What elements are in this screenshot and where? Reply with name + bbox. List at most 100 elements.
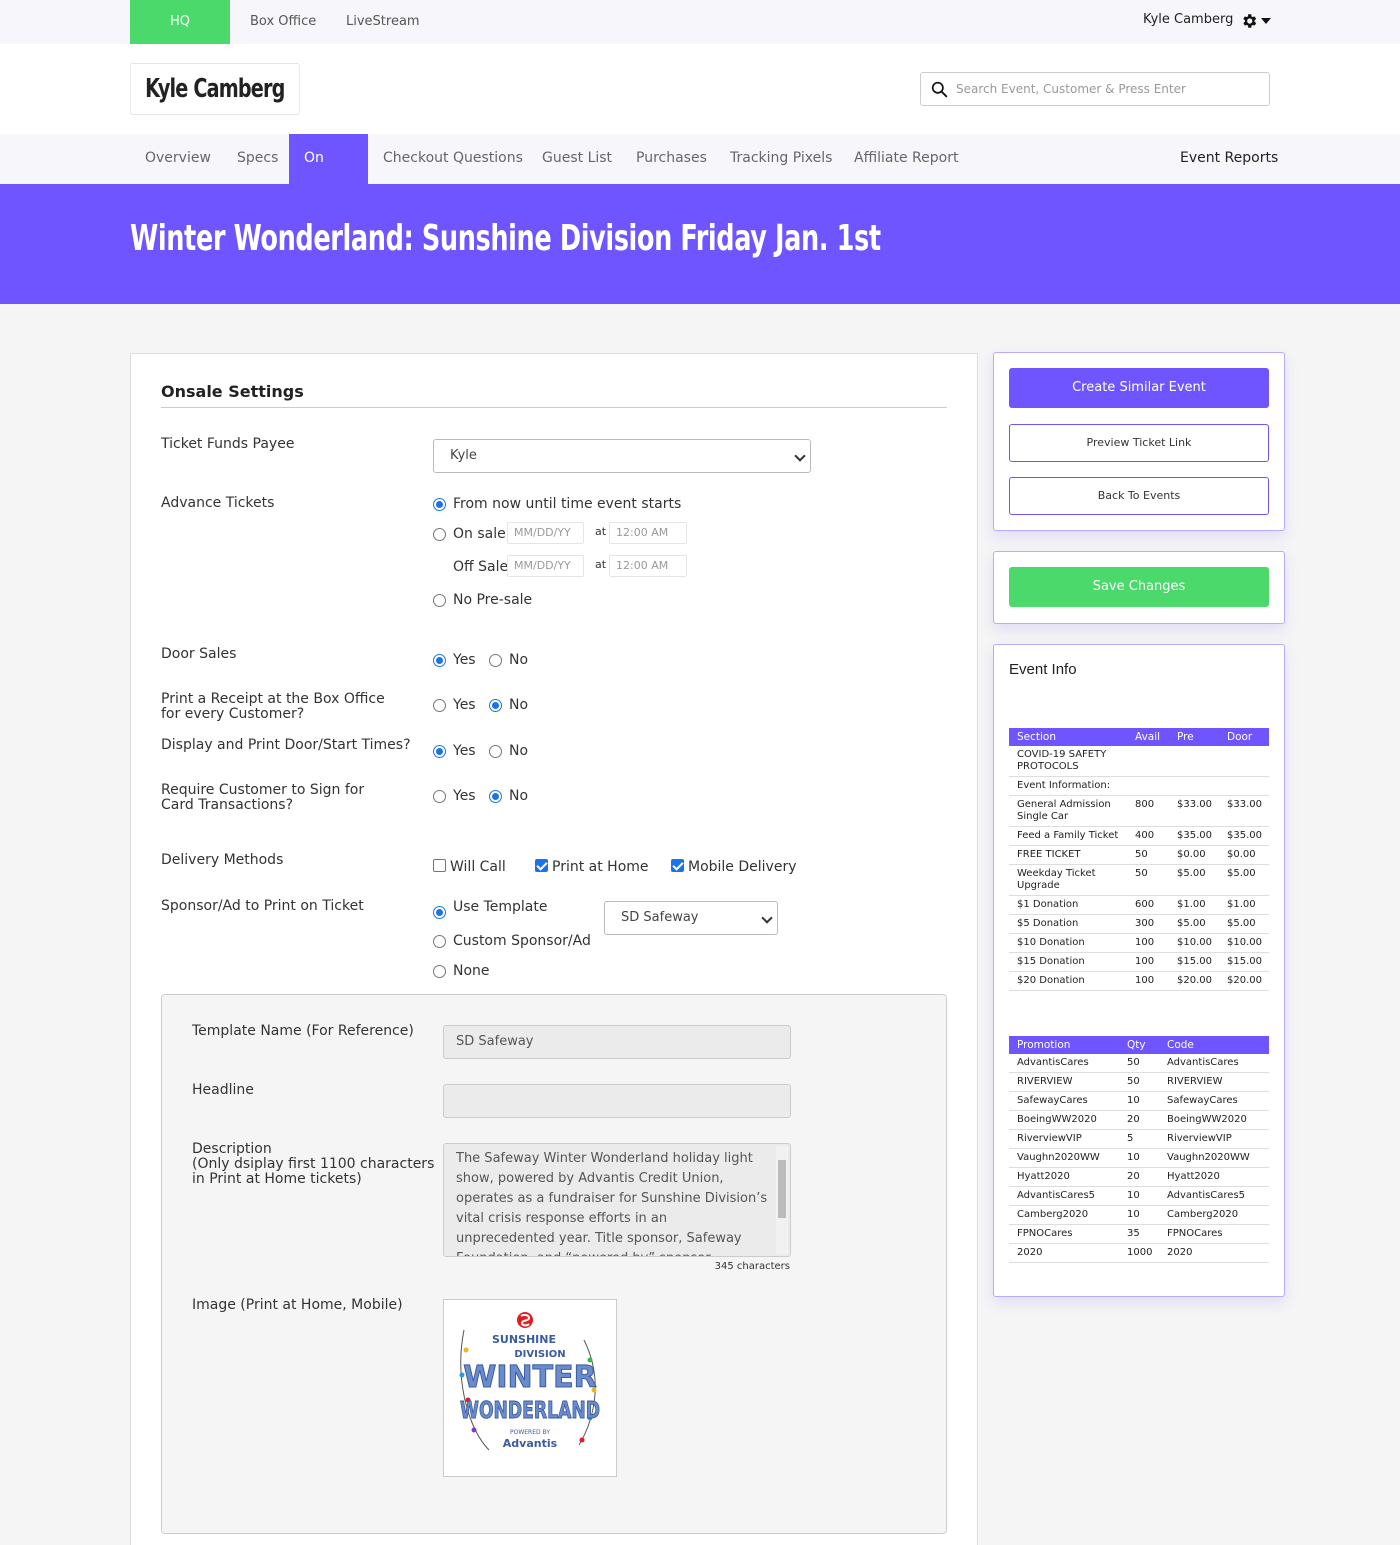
- door-times-no-radio[interactable]: [489, 745, 502, 758]
- event-banner: Winter Wonderland: Sunshine Division Fri…: [0, 184, 1400, 304]
- advance-radio-now[interactable]: [433, 498, 446, 511]
- section-cell: [1127, 776, 1169, 796]
- door-times-label: Display and Print Door/Start Times?: [161, 737, 411, 753]
- promotion-row: FPNOCares 35 FPNOCares: [1009, 1224, 1269, 1244]
- advance-radio-nopresale[interactable]: [433, 594, 446, 607]
- sections-header-row: Section Avail Pre Door: [1009, 728, 1269, 746]
- sign-no: No: [509, 788, 529, 804]
- user-name[interactable]: Kyle Camberg: [1143, 0, 1233, 40]
- section-cell: $20.00: [1219, 971, 1269, 991]
- door-sales-label: Door Sales: [161, 646, 237, 662]
- section-row: $10 Donation 100 $10.00 $10.00: [1009, 933, 1269, 953]
- offsale-date-input[interactable]: MM/DD/YY: [507, 555, 584, 577]
- door-sales-yes-radio[interactable]: [433, 654, 446, 667]
- tab-guest-list[interactable]: Guest List: [527, 134, 627, 184]
- description-scrollbar[interactable]: [776, 1146, 788, 1254]
- at-label: at: [595, 558, 607, 571]
- promotion-row: BoeingWW2020 20 BoeingWW2020: [1009, 1110, 1269, 1130]
- sponsor-custom-radio[interactable]: [433, 935, 446, 948]
- section-cell: $5.00: [1169, 864, 1219, 896]
- will-call-checkbox[interactable]: [433, 859, 446, 872]
- will-call-label: Will Call: [450, 859, 506, 875]
- sponsor-custom: Custom Sponsor/Ad: [453, 933, 591, 949]
- promotion-row: RiverviewVIP 5 RiverviewVIP: [1009, 1129, 1269, 1149]
- site-logo[interactable]: Kyle Camberg: [130, 63, 300, 115]
- tab-on-sale[interactable]: On Sale: [289, 134, 368, 214]
- search-input[interactable]: [956, 73, 1256, 105]
- door-times-yes-radio[interactable]: [433, 745, 446, 758]
- sign-no-radio[interactable]: [489, 790, 502, 803]
- promotion-cell: SafewayCares: [1159, 1091, 1269, 1111]
- payee-label: Ticket Funds Payee: [161, 436, 295, 452]
- sponsor-template-radio[interactable]: [433, 906, 446, 919]
- section-cell: [1169, 776, 1219, 796]
- promotion-cell: SafewayCares: [1009, 1091, 1119, 1111]
- section-cell: $0.00: [1169, 845, 1219, 865]
- tab-overview[interactable]: Overview: [130, 134, 226, 184]
- receipt-no-radio[interactable]: [489, 699, 502, 712]
- event-reports-link[interactable]: Event Reports: [1180, 134, 1278, 182]
- advance-option-nopresale: No Pre-sale: [453, 592, 533, 608]
- svg-text:Advantis: Advantis: [503, 1437, 558, 1450]
- save-changes-button[interactable]: Save Changes: [1009, 567, 1269, 607]
- description-textarea[interactable]: The Safeway Winter Wonderland holiday li…: [443, 1143, 791, 1257]
- section-row: Weekday Ticket Upgrade 50 $5.00 $5.00: [1009, 864, 1269, 896]
- section-row: $15 Donation 100 $15.00 $15.00: [1009, 952, 1269, 972]
- settings-menu[interactable]: [1240, 12, 1272, 32]
- section-cell: $1.00: [1219, 895, 1269, 915]
- promotion-cell: 10: [1119, 1148, 1159, 1168]
- mobile-delivery-checkbox[interactable]: [671, 859, 684, 872]
- event-info-title: Event Info: [1009, 661, 1077, 678]
- section-cell: $5.00: [1219, 914, 1269, 934]
- tab-checkout-questions[interactable]: Checkout Questions: [368, 134, 538, 184]
- sponsor-none-radio[interactable]: [433, 965, 446, 978]
- divider: [161, 407, 947, 408]
- template-panel: Template Name (For Reference) SD Safeway…: [161, 994, 947, 1534]
- advance-radio-onsale[interactable]: [433, 528, 446, 541]
- offsale-time-input[interactable]: 12:00 AM: [609, 555, 687, 577]
- mobile-delivery-label: Mobile Delivery: [688, 859, 797, 875]
- tab-purchases[interactable]: Purchases: [621, 134, 722, 184]
- create-similar-event-button[interactable]: Create Similar Event: [1009, 368, 1269, 408]
- receipt-yes-radio[interactable]: [433, 699, 446, 712]
- delivery-label: Delivery Methods: [161, 852, 284, 868]
- section-cell: $35.00: [1169, 826, 1219, 846]
- description-note-1: (Only dsiplay first 1100 characters: [192, 1156, 435, 1172]
- door-sales-no: No: [509, 652, 529, 668]
- payee-select[interactable]: Kyle: [433, 439, 811, 473]
- chevron-down-icon: [794, 450, 806, 462]
- section-cell: $5 Donation: [1009, 914, 1127, 934]
- onsale-time-input[interactable]: 12:00 AM: [609, 522, 687, 544]
- onsale-date-input[interactable]: MM/DD/YY: [507, 522, 584, 544]
- section-header-cell: Section: [1009, 728, 1127, 746]
- section-row: Feed a Family Ticket 400 $35.00 $35.00: [1009, 826, 1269, 846]
- tab-livestream[interactable]: LiveStream: [346, 0, 420, 44]
- section-cell: 300: [1127, 914, 1169, 934]
- template-name-input[interactable]: SD Safeway: [443, 1025, 791, 1059]
- headline-input[interactable]: [443, 1084, 791, 1118]
- sponsor-template-select[interactable]: SD Safeway: [604, 901, 778, 935]
- receipt-yes: Yes: [453, 697, 476, 713]
- preview-ticket-link-button[interactable]: Preview Ticket Link: [1009, 424, 1269, 462]
- section-cell: $0.00: [1219, 845, 1269, 865]
- promotion-cell: Vaughn2020WW: [1159, 1148, 1269, 1168]
- scrollbar-thumb[interactable]: [778, 1160, 786, 1218]
- section-header-cell: Pre: [1169, 728, 1219, 746]
- print-at-home-checkbox[interactable]: [535, 859, 548, 872]
- tab-affiliate-report[interactable]: Affiliate Report: [839, 134, 973, 184]
- tab-box-office[interactable]: Box Office: [250, 0, 316, 44]
- section-cell: [1219, 776, 1269, 796]
- section-row: $20 Donation 100 $20.00 $20.00: [1009, 971, 1269, 991]
- sign-yes-radio[interactable]: [433, 790, 446, 803]
- tab-specs[interactable]: Specs: [222, 134, 293, 184]
- section-cell: $35.00: [1219, 826, 1269, 846]
- tab-tracking-pixels[interactable]: Tracking Pixels: [715, 134, 847, 184]
- tab-hq[interactable]: HQ: [130, 0, 230, 44]
- description-text: The Safeway Winter Wonderland holiday li…: [456, 1151, 768, 1256]
- onsale-settings-panel: Onsale Settings Ticket Funds Payee Kyle …: [130, 353, 978, 1545]
- ticket-image[interactable]: SUNSHINE DIVISION WINTER WONDERLAND POWE…: [443, 1299, 617, 1477]
- door-sales-no-radio[interactable]: [489, 654, 502, 667]
- promotion-cell: BoeingWW2020: [1159, 1110, 1269, 1130]
- promotion-cell: AdvantisCares: [1009, 1054, 1119, 1073]
- back-to-events-button[interactable]: Back To Events: [1009, 477, 1269, 515]
